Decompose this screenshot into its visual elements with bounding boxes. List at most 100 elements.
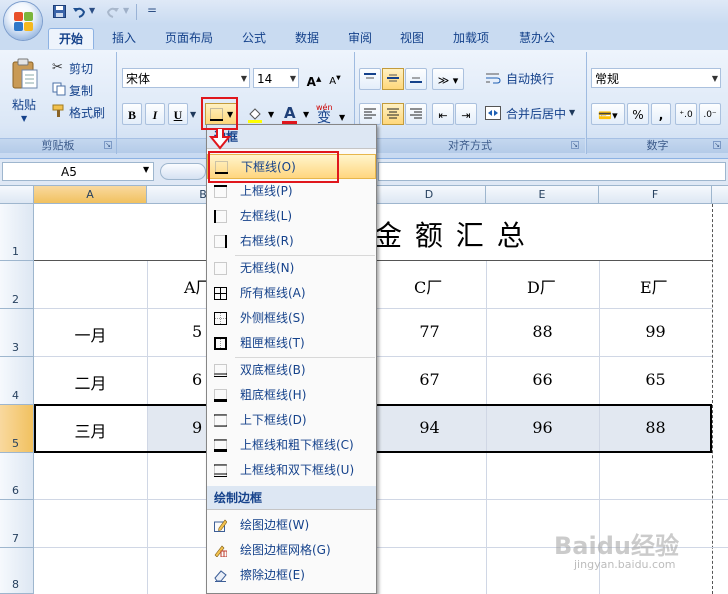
worksheet-grid[interactable]: 金 额 汇 总 A厂 C厂 D厂 E厂 一月 5 77 88 99 二月 6 6… (34, 204, 728, 594)
row-header-4[interactable]: 4 (0, 357, 34, 405)
font-name-select[interactable]: 宋体 ▼ (122, 68, 250, 88)
formula-bar-splitter[interactable] (160, 163, 206, 180)
decrease-indent-button[interactable]: ⇤ (432, 103, 454, 125)
merge-dropdown-icon: ▼ (569, 108, 576, 117)
tab-page-layout[interactable]: 页面布局 (158, 28, 220, 48)
increase-decimal-icon: ⁺.0 (679, 110, 693, 120)
grow-font-button[interactable]: A▲ (304, 67, 324, 89)
underline-button[interactable]: U (168, 103, 188, 125)
row-header-8[interactable]: 8 (0, 548, 34, 594)
chevron-down-icon: ▼ (143, 165, 150, 174)
format-painter-label: 格式刷 (69, 106, 106, 120)
menu-item-draw-border-grid[interactable]: 绘图边框网格(G) (207, 538, 376, 563)
formula-input[interactable] (378, 162, 726, 181)
shrink-font-button[interactable]: A▼ (325, 67, 345, 89)
menu-item-no-border[interactable]: 无框线(N) (207, 256, 376, 281)
format-painter-icon (52, 104, 64, 117)
chevron-down-icon: ▼ (240, 74, 247, 83)
align-right-button[interactable] (405, 103, 427, 125)
redo-dropdown-icon[interactable]: ▼ (123, 6, 129, 15)
menu-item-top-bottom-border[interactable]: 上下框线(D) (207, 408, 376, 433)
row-header-1[interactable]: 1 (0, 204, 34, 261)
align-center-icon (387, 108, 399, 119)
paste-icon (12, 58, 38, 89)
row-header-7[interactable]: 7 (0, 500, 34, 548)
tab-review[interactable]: 审阅 (342, 28, 378, 48)
align-middle-button[interactable] (382, 68, 404, 90)
fill-color-button[interactable]: ▼ (243, 103, 277, 125)
cell-e4: 66 (532, 370, 553, 389)
save-icon[interactable] (52, 5, 66, 19)
align-right-icon (410, 108, 422, 119)
tab-data[interactable]: 数据 (289, 28, 325, 48)
tab-formulas[interactable]: 公式 (236, 28, 272, 48)
column-header-a[interactable]: A (34, 186, 147, 203)
decrease-decimal-button[interactable]: .0⁻ (699, 103, 721, 125)
tab-addins[interactable]: 加载项 (446, 28, 496, 48)
office-logo-square (24, 12, 33, 21)
menu-item-top-double-bottom-border[interactable]: 上框线和双下框线(U) (207, 458, 376, 483)
font-color-button[interactable]: A ▼ (278, 103, 312, 125)
select-all-corner[interactable] (0, 186, 34, 203)
cell-a5: 三月 (74, 422, 107, 441)
row-header-2[interactable]: 2 (0, 261, 34, 309)
menu-item-top-thick-bottom-border[interactable]: 上框线和粗下框线(C) (207, 433, 376, 458)
menu-item-right-border[interactable]: 右框线(R) (207, 229, 376, 254)
font-size-select[interactable]: 14 ▼ (253, 68, 299, 88)
increase-decimal-button[interactable]: ⁺.0 (675, 103, 697, 125)
row-header-3[interactable]: 3 (0, 309, 34, 357)
number-group: 常规 ▼ 💳▾ % , ⁺.0 .0⁻ 数字 ↘ (587, 50, 728, 156)
row-header-5[interactable]: 5 (0, 405, 34, 453)
column-header-d[interactable]: D (373, 186, 486, 203)
menu-item-outside-borders[interactable]: 外侧框线(S) (207, 306, 376, 331)
percent-button[interactable]: % (627, 103, 649, 125)
column-header-f[interactable]: F (599, 186, 712, 203)
paste-button[interactable]: 粘贴 ▼ (8, 58, 42, 128)
align-bottom-button[interactable] (405, 68, 427, 90)
menu-item-thick-box-border[interactable]: 粗匣框线(T) (207, 331, 376, 356)
cell-a3: 一月 (74, 326, 107, 345)
customize-quick-access-icon[interactable]: = (147, 3, 157, 17)
number-format-select[interactable]: 常规 ▼ (591, 68, 721, 88)
increase-indent-button[interactable]: ⇥ (455, 103, 477, 125)
menu-item-thick-bottom-border[interactable]: 粗底框线(H) (207, 383, 376, 408)
tab-insert[interactable]: 插入 (104, 28, 144, 48)
row-header-6[interactable]: 6 (0, 453, 34, 500)
menu-item-label: 外侧框线(S) (240, 311, 305, 325)
tab-home[interactable]: 开始 (48, 28, 94, 49)
number-launcher-icon[interactable]: ↘ (713, 141, 721, 149)
tab-view[interactable]: 视图 (394, 28, 430, 48)
clipboard-launcher-icon[interactable]: ↘ (104, 141, 112, 149)
name-box[interactable]: A5 ▼ (2, 162, 154, 181)
thick-box-border-icon (214, 337, 227, 350)
office-button[interactable] (4, 2, 42, 40)
undo-dropdown-icon[interactable]: ▼ (89, 6, 95, 15)
menu-item-left-border[interactable]: 左框线(L) (207, 204, 376, 229)
align-center-button[interactable] (382, 103, 404, 125)
underline-dropdown-icon[interactable]: ▼ (190, 110, 196, 119)
row-number: 5 (12, 437, 19, 450)
currency-button[interactable]: 💳▾ (591, 103, 625, 125)
italic-button[interactable]: I (145, 103, 165, 125)
menu-item-all-borders[interactable]: 所有框线(A) (207, 281, 376, 306)
cell-b3: 5 (192, 322, 203, 341)
bold-button[interactable]: B (122, 103, 142, 125)
redo-icon[interactable] (106, 5, 120, 19)
undo-icon[interactable] (72, 5, 86, 19)
column-header-e[interactable]: E (486, 186, 599, 203)
align-left-button[interactable] (359, 103, 381, 125)
chevron-down-icon: ▼ (711, 74, 718, 83)
page-break-line (712, 204, 713, 594)
align-top-button[interactable] (359, 68, 381, 90)
phonetic-button[interactable]: wén 变 ▼ (313, 100, 349, 126)
comma-button[interactable]: , (651, 103, 671, 125)
orientation-button[interactable]: ≫ ▾ (432, 68, 464, 90)
tab-huibangong[interactable]: 慧办公 (512, 28, 562, 48)
office-logo-square (14, 22, 23, 31)
watermark-url: jingyan.baidu.com (574, 558, 676, 571)
alignment-launcher-icon[interactable]: ↘ (571, 141, 579, 149)
menu-item-erase-border[interactable]: 擦除边框(E) (207, 563, 376, 588)
double-bottom-border-icon (214, 364, 227, 377)
menu-item-draw-border[interactable]: 绘图边框(W) (207, 513, 376, 538)
menu-item-double-bottom-border[interactable]: 双底框线(B) (207, 358, 376, 383)
